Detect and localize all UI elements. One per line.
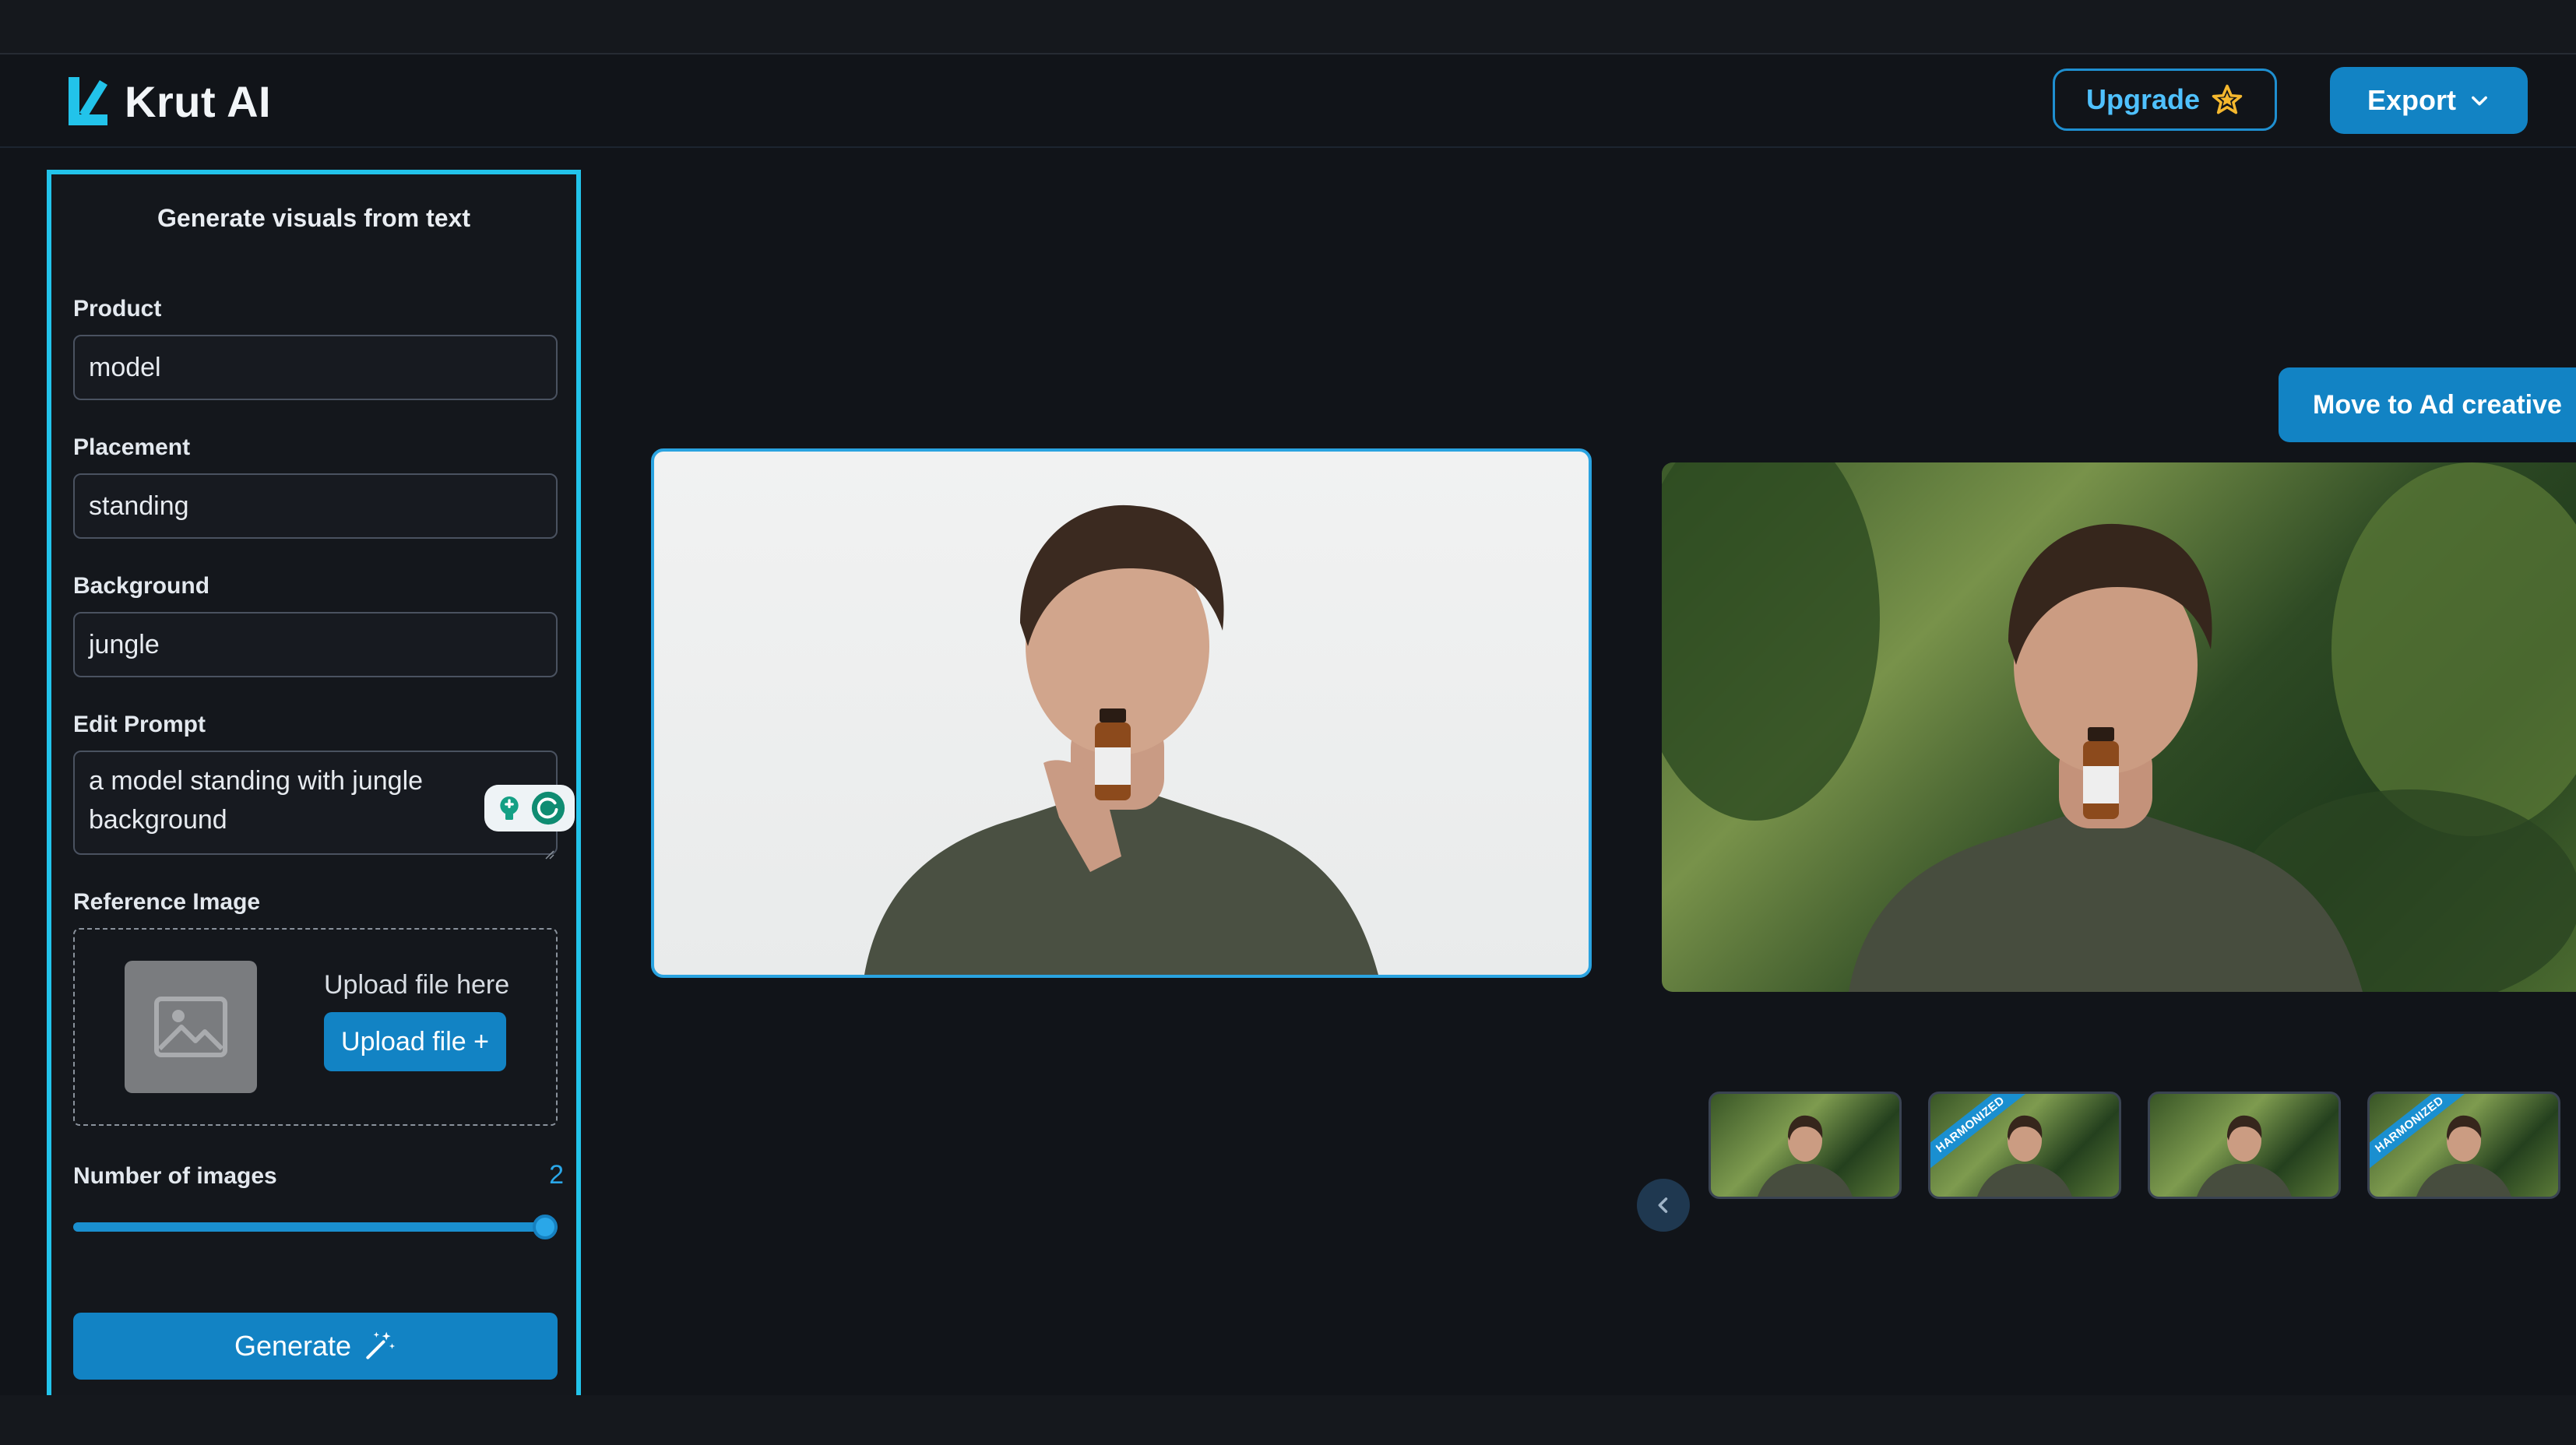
krut-logo-icon	[69, 77, 107, 125]
generate-label: Generate	[234, 1330, 352, 1362]
placement-label: Placement	[73, 434, 191, 460]
model-photo-jungle-background	[1662, 462, 2576, 992]
bulb-icon	[499, 796, 519, 820]
thumbnail-1[interactable]	[1709, 1092, 1902, 1199]
export-button[interactable]: Export	[2330, 67, 2528, 134]
chevron-left-icon	[1658, 1197, 1668, 1213]
star-icon	[2212, 84, 2243, 114]
upgrade-label: Upgrade	[2085, 83, 2201, 115]
model-photo-white-background	[864, 505, 1378, 975]
prompt-assist-toggle[interactable]	[484, 785, 575, 831]
slider-fill	[73, 1222, 558, 1232]
upload-hint: Upload file here	[324, 970, 510, 1000]
harmonized-preview-image[interactable]	[1662, 462, 2576, 992]
number-of-images-label: Number of images	[73, 1163, 277, 1189]
thumbnail-photo	[2197, 1115, 2292, 1197]
placement-input[interactable]: standing	[73, 473, 558, 539]
window-bottom-strip	[0, 1395, 2576, 1445]
upload-file-button[interactable]: Upload file +	[324, 1012, 506, 1071]
upload-file-label: Upload file +	[341, 1026, 489, 1057]
chevron-down-icon	[2472, 96, 2487, 106]
app-name: Krut AI	[125, 76, 272, 126]
product-label: Product	[73, 296, 162, 322]
image-placeholder	[125, 961, 257, 1093]
background-input[interactable]: jungle	[73, 612, 558, 677]
main-preview-image[interactable]	[651, 448, 1592, 978]
upgrade-button[interactable]: Upgrade	[2053, 69, 2277, 131]
reference-image-label: Reference Image	[73, 889, 261, 915]
background-label: Background	[73, 573, 210, 599]
thumbnail-2[interactable]: HARMONIZED	[1928, 1092, 2121, 1199]
thumbnail-3[interactable]	[2148, 1092, 2341, 1199]
product-input[interactable]: model	[73, 335, 558, 400]
window-top-strip	[0, 0, 2576, 54]
refresh-icon	[531, 791, 565, 825]
export-label: Export	[2367, 84, 2456, 116]
reference-image-dropzone[interactable]: Upload file here Upload file +	[73, 928, 558, 1126]
move-to-ad-creative-button[interactable]: Move to Ad creative	[2279, 367, 2576, 442]
thumbnail-photo	[1758, 1115, 1853, 1197]
generate-button[interactable]: Generate	[73, 1313, 558, 1380]
resize-grip-icon[interactable]	[544, 849, 554, 860]
app-logo[interactable]: Krut AI	[69, 76, 271, 126]
image-placeholder-icon	[154, 997, 227, 1057]
number-of-images-value: 2	[549, 1160, 564, 1190]
slider-thumb[interactable]	[533, 1215, 558, 1239]
previous-thumbnails-button[interactable]	[1637, 1179, 1690, 1232]
generate-panel: Generate visuals from text Product model…	[47, 170, 581, 1419]
thumbnail-4[interactable]: HARMONIZED	[2367, 1092, 2560, 1199]
number-of-images-slider[interactable]	[73, 1215, 558, 1239]
panel-title: Generate visuals from text	[157, 204, 470, 232]
edit-prompt-label: Edit Prompt	[73, 712, 206, 737]
magic-wand-icon	[366, 1331, 396, 1359]
